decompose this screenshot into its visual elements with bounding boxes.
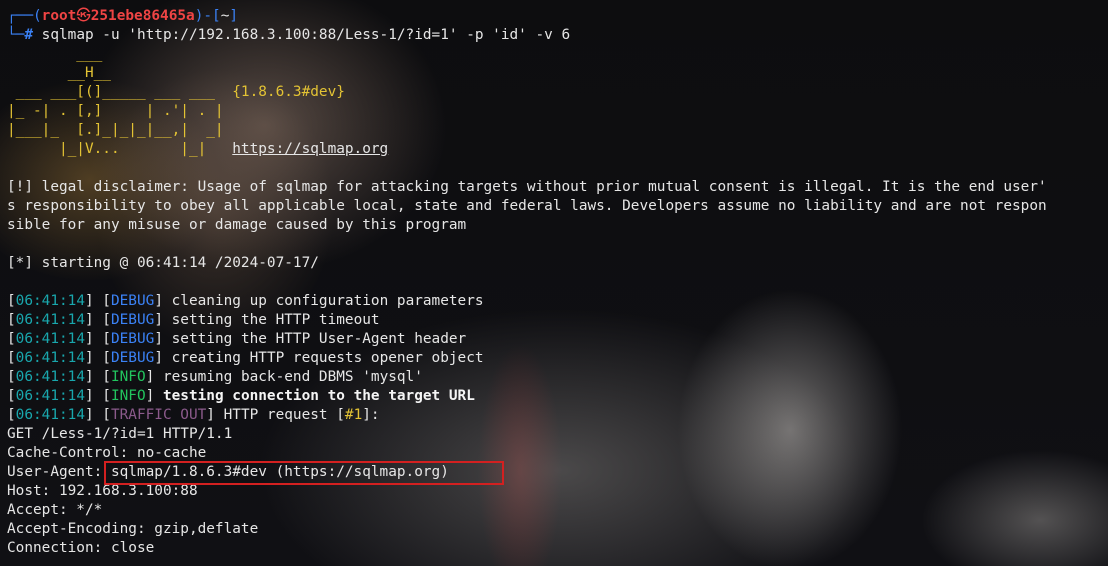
log-timestamp: 06:41:14: [15, 293, 85, 309]
prompt-close-bracket: ]: [229, 8, 239, 24]
logo-row: __H__: [7, 65, 111, 81]
request-line: GET /Less-1/?id=1 HTTP/1.1: [7, 426, 233, 442]
log-line: [06:41:14] [TRAFFIC OUT] HTTP request [#…: [7, 407, 380, 423]
prompt-corner-top: ┌──: [7, 8, 33, 24]
log-timestamp: 06:41:14: [15, 388, 85, 404]
log-timestamp: 06:41:14: [15, 312, 85, 328]
logo-row: ___ ___[(]_____ ___ ___: [7, 84, 233, 100]
log-message: resuming back-end DBMS 'mysql': [162, 369, 423, 385]
log-level: DEBUG: [110, 331, 155, 347]
log-line: [06:41:14] [DEBUG] creating HTTP request…: [7, 350, 484, 366]
log-level: DEBUG: [110, 293, 155, 309]
log-message: setting the HTTP timeout: [171, 312, 380, 328]
log-level: INFO: [110, 388, 146, 404]
log-message-end: ]:: [362, 407, 380, 423]
log-message: cleaning up configuration parameters: [171, 293, 484, 309]
disclaimer-line: sible for any misuse or damage caused by…: [7, 217, 467, 233]
header-accept-encoding: Accept-Encoding: gzip,deflate: [7, 521, 259, 537]
log-message: setting the HTTP User-Agent header: [171, 331, 467, 347]
command-line: └─# sqlmap -u 'http://192.168.3.100:88/L…: [7, 26, 1047, 45]
log-timestamp: 06:41:14: [15, 331, 85, 347]
request-number: #1: [344, 407, 363, 423]
log-line: [06:41:14] [INFO] testing connection to …: [7, 388, 475, 404]
prompt-separator: )-[: [194, 8, 221, 24]
header-accept: Accept: */*: [7, 502, 103, 518]
log-line: [06:41:14] [DEBUG] setting the HTTP time…: [7, 312, 380, 328]
log-line: [06:41:14] [INFO] resuming back-end DBMS…: [7, 369, 423, 385]
header-connection: Connection: close: [7, 540, 155, 556]
prompt-open-paren: (: [33, 8, 42, 24]
log-timestamp: 06:41:14: [15, 369, 85, 385]
header-key: User-Agent:: [7, 464, 111, 480]
log-line: [06:41:14] [DEBUG] setting the HTTP User…: [7, 331, 467, 347]
skull-icon: ㉿: [76, 8, 91, 24]
log-level: DEBUG: [110, 312, 155, 328]
log-level: INFO: [110, 369, 146, 385]
prompt-hash: #: [24, 27, 33, 43]
prompt-line-top: ┌──(root㉿251ebe86465a)-[~]: [7, 7, 1047, 26]
log-timestamp: 06:41:14: [15, 350, 85, 366]
logo-row: |___|_ [.]_|_|_|__,| _|: [7, 122, 224, 138]
sqlmap-url-link[interactable]: https://sqlmap.org: [232, 141, 388, 157]
log-level: DEBUG: [110, 350, 155, 366]
log-level: TRAFFIC OUT: [110, 407, 207, 423]
logo-row: |_ -| . [,] | .'| . |: [7, 103, 224, 119]
command-text: sqlmap -u 'http://192.168.3.100:88/Less-…: [33, 27, 571, 43]
logo-row: |_|V... |_|: [7, 141, 233, 157]
log-message: creating HTTP requests opener object: [171, 350, 484, 366]
log-timestamp: 06:41:14: [15, 407, 85, 423]
prompt-corner-bottom: └─: [7, 27, 25, 43]
user-agent-highlight-box: [104, 461, 504, 485]
log-line: [06:41:14] [DEBUG] cleaning up configura…: [7, 293, 484, 309]
logo-row-url: |_|V... |_| https://sqlmap.org: [7, 140, 1047, 159]
logo-row-version: ___ ___[(]_____ ___ ___ {1.8.6.3#dev}: [7, 83, 1047, 102]
prompt-host: 251ebe86465a: [90, 8, 195, 24]
log-message: HTTP request [: [223, 407, 345, 423]
log-message: testing connection to the target URL: [162, 388, 475, 404]
prompt-user: root: [41, 8, 77, 24]
disclaimer-line: [!] legal disclaimer: Usage of sqlmap fo…: [7, 179, 1047, 195]
starting-line: [*] starting @ 06:41:14 /2024-07-17/: [7, 255, 319, 271]
version-label: {1.8.6.3#dev}: [232, 84, 345, 100]
logo-row: ___: [7, 46, 103, 62]
disclaimer-line: s responsibility to obey all applicable …: [7, 198, 1047, 214]
